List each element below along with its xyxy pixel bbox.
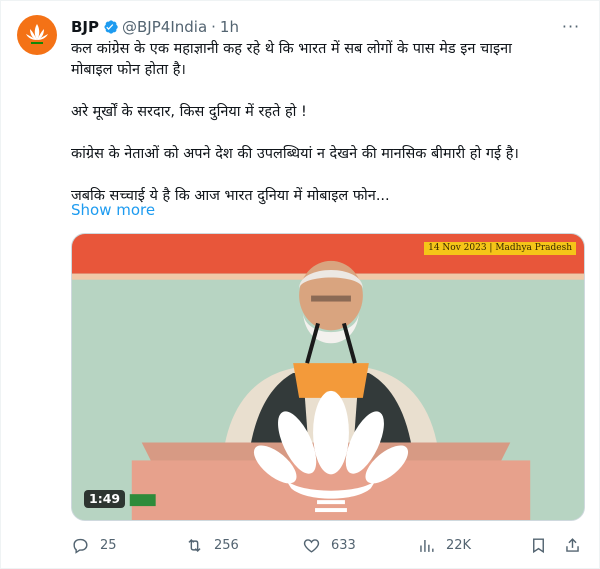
reply-count: 25 [100, 537, 117, 553]
lotus-logo-icon [26, 24, 48, 44]
action-bar: 25 256 633 22K [71, 533, 591, 557]
bookmark-icon [533, 537, 544, 553]
views-chart-icon [420, 539, 434, 552]
share-button[interactable] [563, 533, 582, 557]
tweet-header: BJP @BJP4India · 1h ··· [71, 15, 583, 39]
share-icon [566, 537, 579, 552]
reply-button[interactable]: 25 [71, 533, 117, 557]
like-count: 633 [331, 537, 356, 553]
timestamp[interactable]: 1h [220, 17, 239, 37]
tweet-text: कल कांग्रेस के एक महाज्ञानी कह रहे थे कि… [71, 39, 576, 207]
tweet-line: अरे मूर्खों के सरदार, किस दुनिया में रहत… [71, 104, 307, 120]
video-duration: 1:49 [84, 490, 126, 508]
views-count: 22K [446, 537, 472, 553]
views-button[interactable]: 22K [417, 533, 471, 557]
retweet-icon [188, 538, 201, 552]
tweet-line: कल कांग्रेस के एक महाज्ञानी कह रहे थे कि… [71, 41, 512, 57]
avatar[interactable] [17, 15, 57, 55]
video-player[interactable]: 14 Nov 2023 | Madhya Pradesh 1:49 [71, 233, 585, 521]
like-button[interactable]: 633 [302, 533, 356, 557]
show-more-link[interactable]: Show more [71, 200, 155, 220]
video-location-stamp: 14 Nov 2023 | Madhya Pradesh [424, 242, 576, 255]
retweet-count: 256 [214, 537, 239, 553]
account-name[interactable]: BJP [71, 17, 99, 37]
separator-dot: · [211, 18, 216, 36]
reply-icon [73, 538, 88, 554]
tweet-card[interactable]: BJP @BJP4India · 1h ··· कल कांग्रेस के ए… [0, 0, 600, 569]
heart-icon [303, 538, 320, 553]
tweet-line: कांग्रेस के नेताओं को अपने देश की उपलब्ध… [71, 146, 519, 162]
tweet-line: मोबाइल फोन होता है। [71, 62, 186, 78]
retweet-button[interactable]: 256 [185, 533, 239, 557]
bookmark-button[interactable] [529, 533, 548, 557]
account-handle[interactable]: @BJP4India [122, 17, 207, 37]
more-horizontal-icon: ··· [561, 17, 581, 36]
more-options-button[interactable]: ··· [559, 15, 583, 39]
video-frame [72, 234, 584, 520]
verified-badge-icon [101, 18, 119, 36]
